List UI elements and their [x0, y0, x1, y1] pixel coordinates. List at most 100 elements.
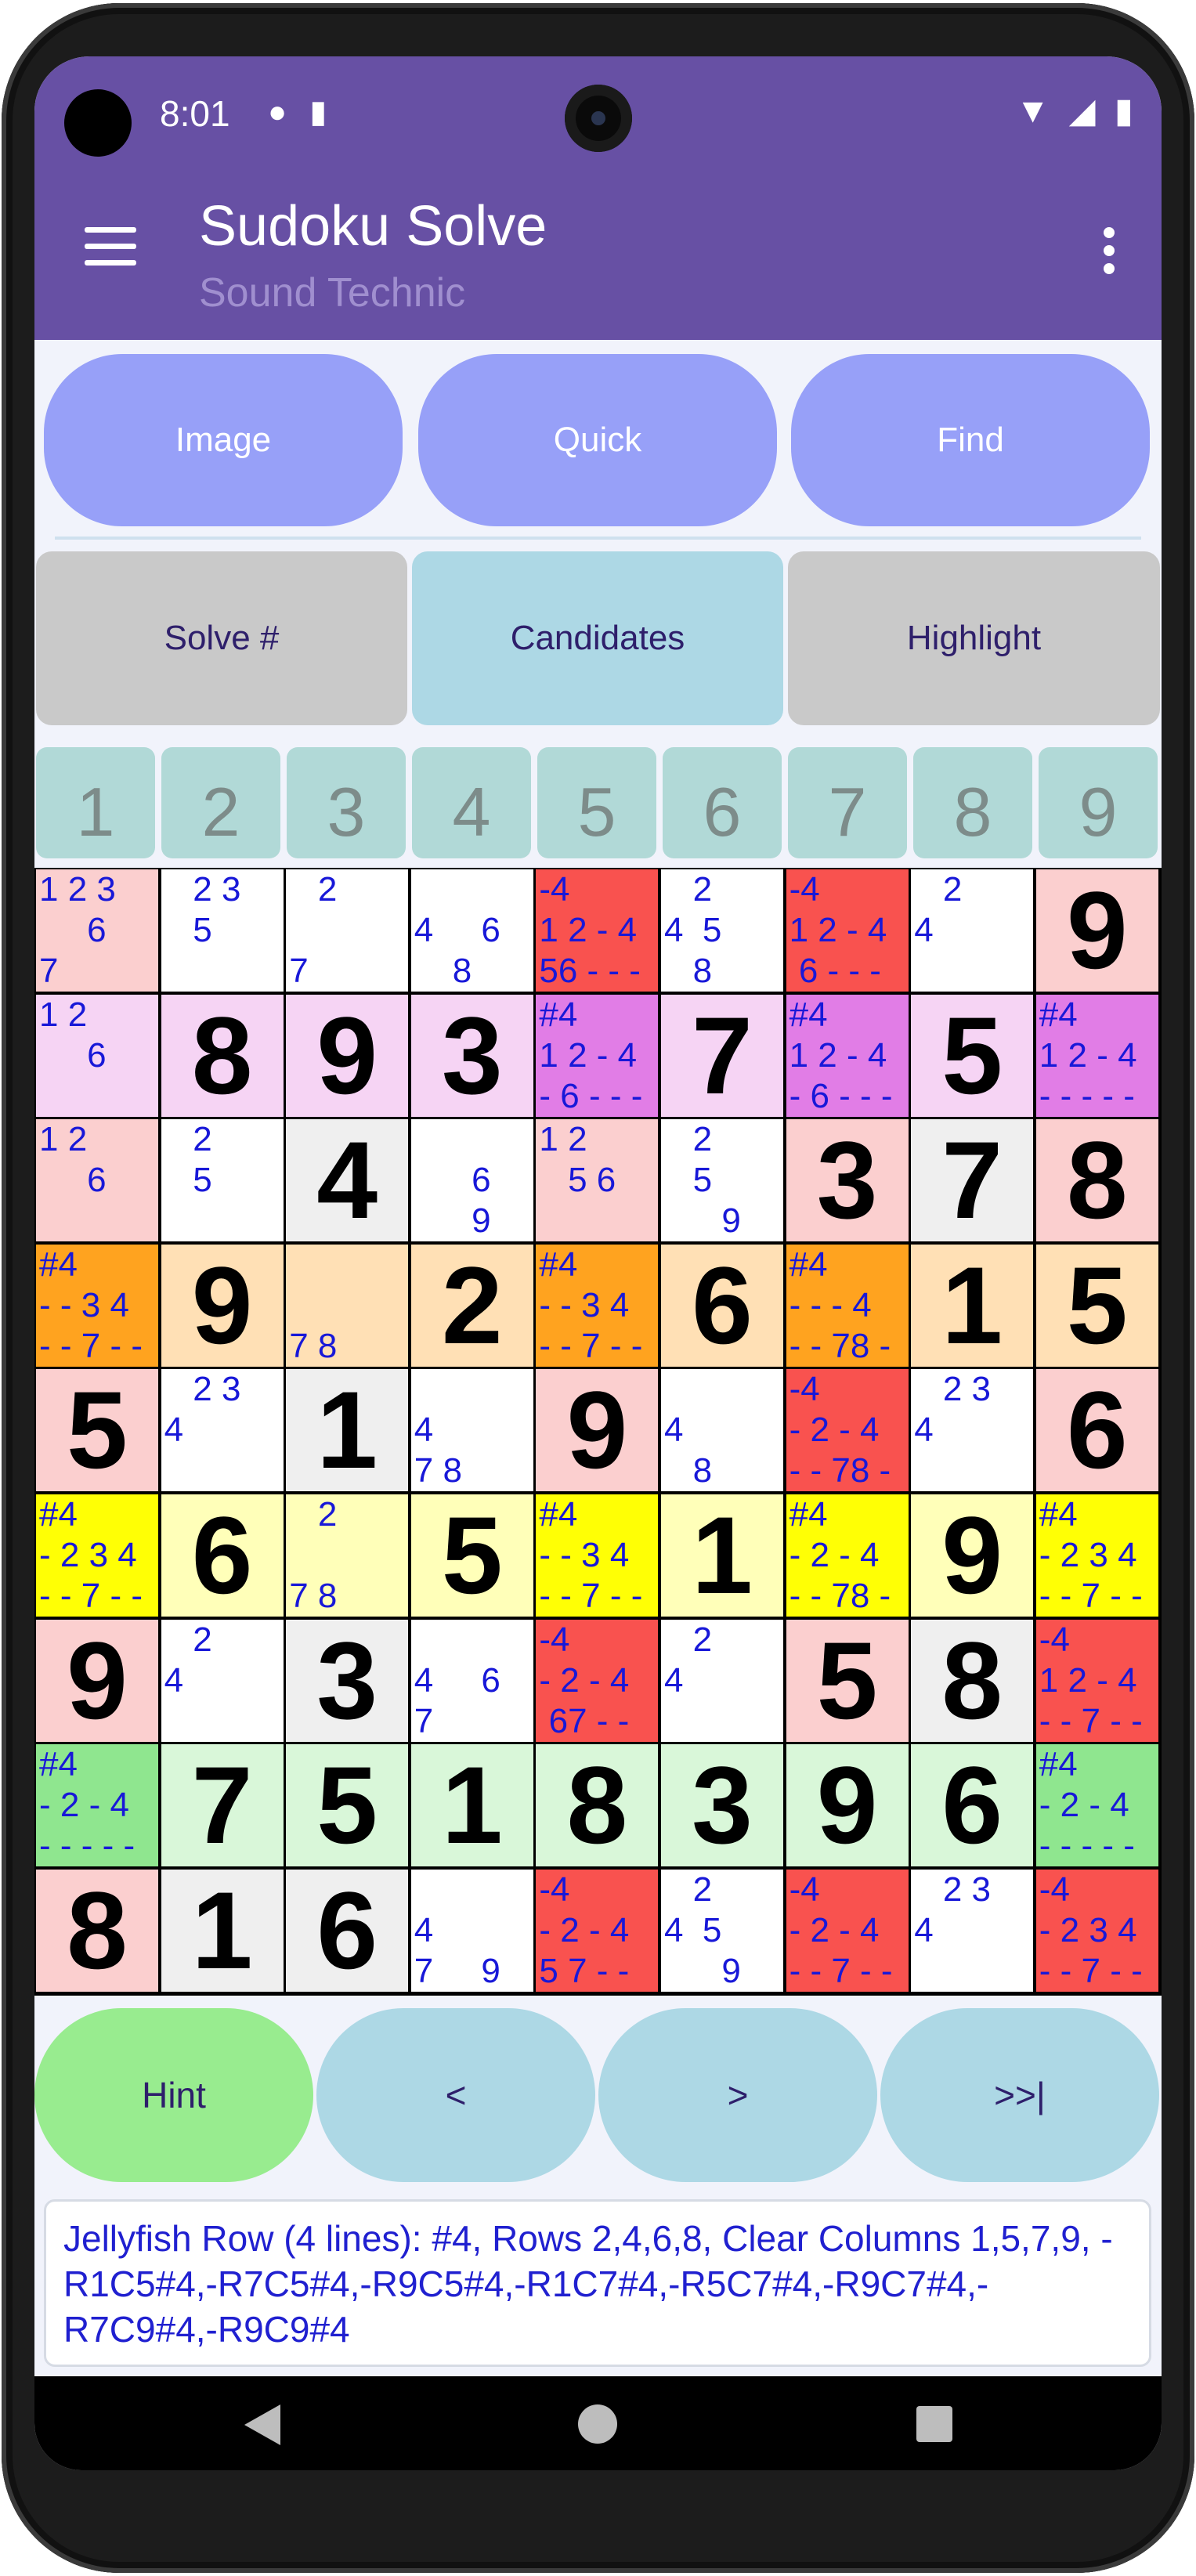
- grid-cell-r1c5[interactable]: -4 1 2 - 4 56 - - -: [536, 869, 659, 992]
- grid-cell-r1c9[interactable]: 9: [1035, 869, 1158, 992]
- back-icon[interactable]: [244, 2404, 280, 2445]
- grid-cell-r2c4[interactable]: 3: [410, 994, 533, 1117]
- grid-cell-r3c4[interactable]: 6 9: [410, 1119, 533, 1242]
- home-icon[interactable]: [578, 2404, 617, 2444]
- grid-cell-r7c3[interactable]: 3: [286, 1619, 409, 1742]
- more-options-icon[interactable]: [1104, 227, 1115, 274]
- column-header-2[interactable]: 2: [161, 747, 280, 858]
- grid-cell-r5c9[interactable]: 6: [1035, 1369, 1158, 1492]
- grid-cell-r3c5[interactable]: 1 2 5 6: [536, 1119, 659, 1242]
- column-header-8[interactable]: 8: [913, 747, 1032, 858]
- column-header-9[interactable]: 9: [1039, 747, 1158, 858]
- grid-cell-r5c2[interactable]: 2 3 4: [161, 1369, 284, 1492]
- menu-icon[interactable]: [85, 227, 136, 266]
- solve-number-button[interactable]: Solve #: [36, 551, 407, 725]
- grid-cell-r3c3[interactable]: 4: [286, 1119, 409, 1242]
- grid-cell-r4c8[interactable]: 1: [911, 1244, 1034, 1367]
- grid-cell-r4c1[interactable]: #4 - - 3 4 - - 7 - -: [36, 1244, 158, 1367]
- grid-cell-r4c3[interactable]: 7 8: [286, 1244, 409, 1367]
- column-header-5[interactable]: 5: [537, 747, 656, 858]
- grid-cell-r2c5[interactable]: #4 1 2 - 4 - 6 - - -: [536, 994, 659, 1117]
- grid-cell-r7c6[interactable]: 2 4: [661, 1619, 783, 1742]
- grid-cell-r6c8[interactable]: 9: [911, 1494, 1034, 1617]
- grid-cell-r5c5[interactable]: 9: [536, 1369, 659, 1492]
- hint-button[interactable]: Hint: [34, 2008, 313, 2182]
- grid-cell-r7c8[interactable]: 8: [911, 1619, 1034, 1742]
- grid-cell-r7c1[interactable]: 9: [36, 1619, 158, 1742]
- grid-cell-r4c5[interactable]: #4 - - 3 4 - - 7 - -: [536, 1244, 659, 1367]
- next-step-button[interactable]: >: [598, 2008, 877, 2182]
- grid-cell-r9c6[interactable]: 2 4 5 9: [661, 1869, 783, 1992]
- find-button[interactable]: Find: [791, 354, 1150, 526]
- grid-cell-r7c2[interactable]: 2 4: [161, 1619, 284, 1742]
- grid-cell-r5c6[interactable]: 4 8: [661, 1369, 783, 1492]
- grid-cell-r5c7[interactable]: -4 - 2 - 4 - - 78 -: [786, 1369, 909, 1492]
- grid-cell-r8c6[interactable]: 3: [661, 1744, 783, 1867]
- grid-cell-r3c6[interactable]: 2 5 9: [661, 1119, 783, 1242]
- grid-cell-r7c9[interactable]: -4 1 2 - 4 - - 7 - -: [1035, 1619, 1158, 1742]
- quick-button[interactable]: Quick: [418, 354, 777, 526]
- grid-cell-r3c1[interactable]: 1 2 6: [36, 1119, 158, 1242]
- image-button[interactable]: Image: [44, 354, 403, 526]
- grid-cell-r1c7[interactable]: -4 1 2 - 4 6 - - -: [786, 869, 909, 992]
- grid-cell-r8c5[interactable]: 8: [536, 1744, 659, 1867]
- grid-cell-r1c8[interactable]: 2 4: [911, 869, 1034, 992]
- column-header-3[interactable]: 3: [287, 747, 406, 858]
- grid-cell-r4c2[interactable]: 9: [161, 1244, 284, 1367]
- grid-cell-r1c2[interactable]: 2 3 5: [161, 869, 284, 992]
- grid-cell-r9c2[interactable]: 1: [161, 1869, 284, 1992]
- grid-cell-r7c4[interactable]: 4 6 7: [410, 1619, 533, 1742]
- skip-to-end-button[interactable]: >>|: [880, 2008, 1159, 2182]
- grid-cell-r2c2[interactable]: 8: [161, 994, 284, 1117]
- grid-cell-r2c9[interactable]: #4 1 2 - 4 - - - - -: [1035, 994, 1158, 1117]
- grid-cell-r5c4[interactable]: 4 7 8: [410, 1369, 533, 1492]
- grid-cell-r2c3[interactable]: 9: [286, 994, 409, 1117]
- grid-cell-r6c1[interactable]: #4 - 2 3 4 - - 7 - -: [36, 1494, 158, 1617]
- grid-cell-r8c9[interactable]: #4 - 2 - 4 - - - - -: [1035, 1744, 1158, 1867]
- grid-cell-r6c6[interactable]: 1: [661, 1494, 783, 1617]
- grid-cell-r6c9[interactable]: #4 - 2 3 4 - - 7 - -: [1035, 1494, 1158, 1617]
- column-header-6[interactable]: 6: [663, 747, 782, 858]
- grid-cell-r9c8[interactable]: 2 3 4: [911, 1869, 1034, 1992]
- grid-cell-r6c7[interactable]: #4 - 2 - 4 - - 78 -: [786, 1494, 909, 1617]
- grid-cell-r3c8[interactable]: 7: [911, 1119, 1034, 1242]
- grid-cell-r7c7[interactable]: 5: [786, 1619, 909, 1742]
- grid-cell-r9c9[interactable]: -4 - 2 3 4 - - 7 - -: [1035, 1869, 1158, 1992]
- grid-cell-r5c1[interactable]: 5: [36, 1369, 158, 1492]
- grid-cell-r4c7[interactable]: #4 - - - 4 - - 78 -: [786, 1244, 909, 1367]
- grid-cell-r8c2[interactable]: 7: [161, 1744, 284, 1867]
- grid-cell-r9c7[interactable]: -4 - 2 - 4 - - 7 - -: [786, 1869, 909, 1992]
- grid-cell-r5c8[interactable]: 2 3 4: [911, 1369, 1034, 1492]
- grid-cell-r8c3[interactable]: 5: [286, 1744, 409, 1867]
- highlight-button[interactable]: Highlight: [788, 551, 1160, 725]
- grid-cell-r1c3[interactable]: 2 7: [286, 869, 409, 992]
- grid-cell-r7c5[interactable]: -4 - 2 - 4 67 - -: [536, 1619, 659, 1742]
- grid-cell-r9c3[interactable]: 6: [286, 1869, 409, 1992]
- column-header-4[interactable]: 4: [412, 747, 531, 858]
- grid-cell-r2c6[interactable]: 7: [661, 994, 783, 1117]
- recents-icon[interactable]: [916, 2406, 952, 2442]
- column-header-1[interactable]: 1: [36, 747, 155, 858]
- column-header-7[interactable]: 7: [788, 747, 907, 858]
- grid-cell-r8c4[interactable]: 1: [410, 1744, 533, 1867]
- grid-cell-r2c8[interactable]: 5: [911, 994, 1034, 1117]
- grid-cell-r6c3[interactable]: 2 7 8: [286, 1494, 409, 1617]
- grid-cell-r8c8[interactable]: 6: [911, 1744, 1034, 1867]
- grid-cell-r5c3[interactable]: 1: [286, 1369, 409, 1492]
- grid-cell-r6c4[interactable]: 5: [410, 1494, 533, 1617]
- grid-cell-r1c1[interactable]: 1 2 3 6 7: [36, 869, 158, 992]
- previous-step-button[interactable]: <: [316, 2008, 595, 2182]
- grid-cell-r3c7[interactable]: 3: [786, 1119, 909, 1242]
- grid-cell-r9c5[interactable]: -4 - 2 - 4 5 7 - -: [536, 1869, 659, 1992]
- grid-cell-r2c7[interactable]: #4 1 2 - 4 - 6 - - -: [786, 994, 909, 1117]
- grid-cell-r1c6[interactable]: 2 4 5 8: [661, 869, 783, 992]
- grid-cell-r4c9[interactable]: 5: [1035, 1244, 1158, 1367]
- grid-cell-r9c4[interactable]: 4 7 9: [410, 1869, 533, 1992]
- grid-cell-r4c6[interactable]: 6: [661, 1244, 783, 1367]
- grid-cell-r4c4[interactable]: 2: [410, 1244, 533, 1367]
- grid-cell-r3c2[interactable]: 2 5: [161, 1119, 284, 1242]
- grid-cell-r8c1[interactable]: #4 - 2 - 4 - - - - -: [36, 1744, 158, 1867]
- grid-cell-r2c1[interactable]: 1 2 6: [36, 994, 158, 1117]
- grid-cell-r1c4[interactable]: 4 6 8: [410, 869, 533, 992]
- grid-cell-r3c9[interactable]: 8: [1035, 1119, 1158, 1242]
